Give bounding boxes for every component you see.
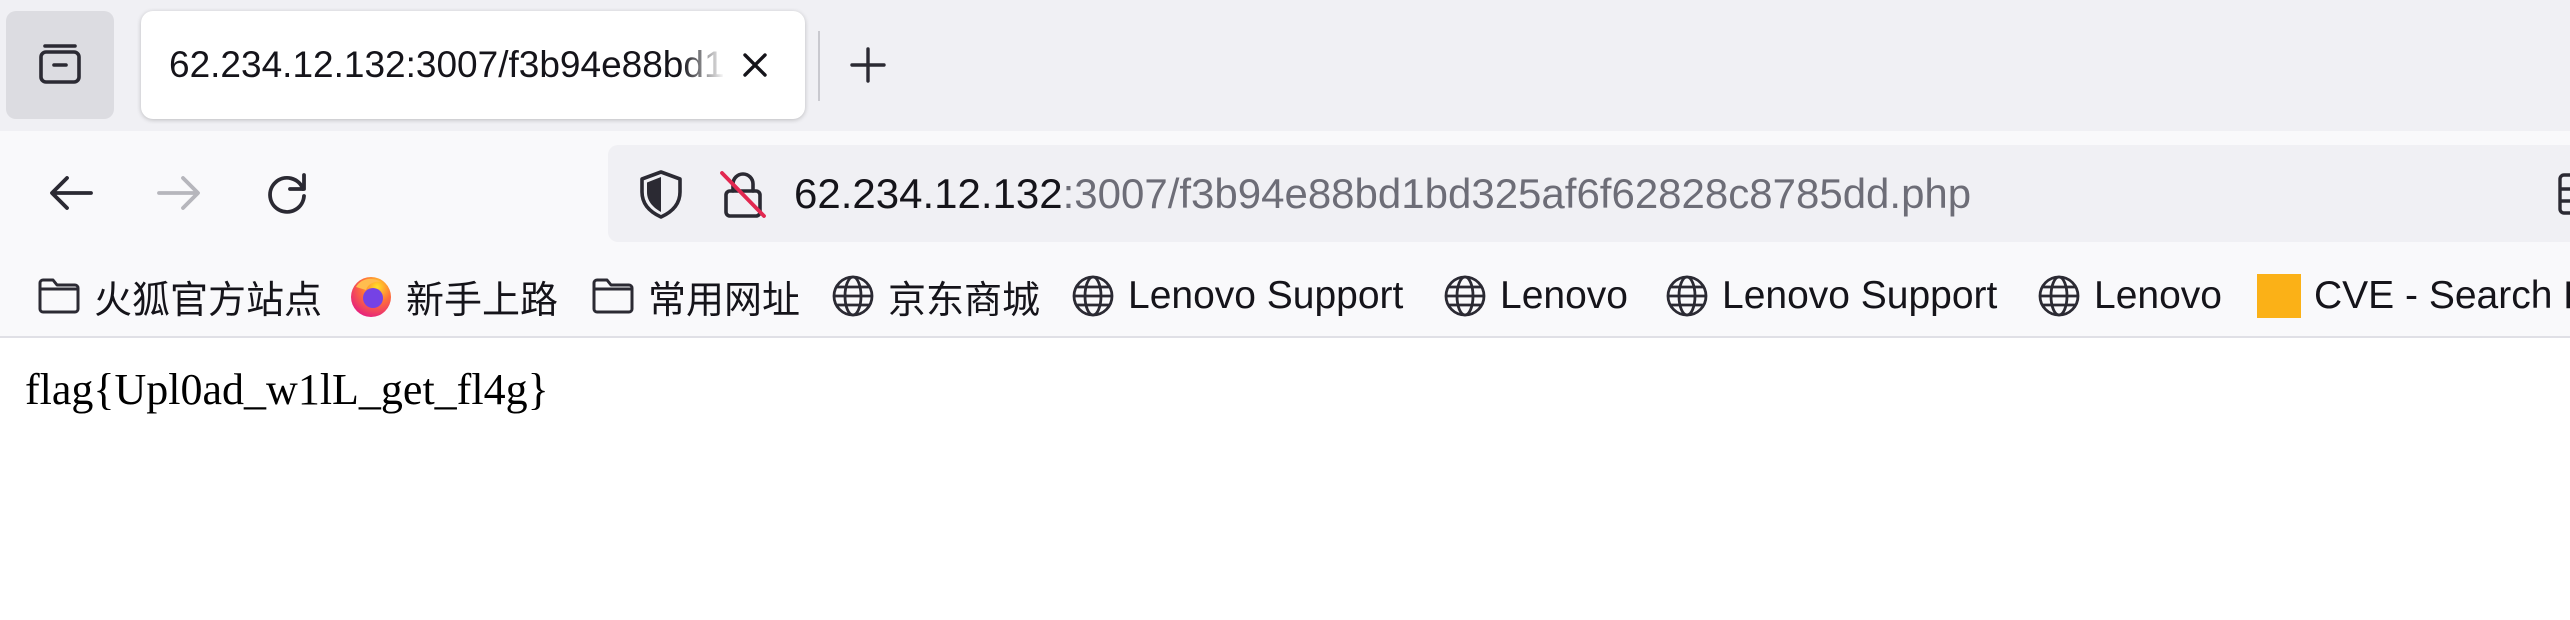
tab-strip: 62.234.12.132:3007/f3b94e88bd1bd325af6f6…: [0, 0, 2570, 131]
bookmark-item[interactable]: Lenovo Support: [1664, 256, 1997, 336]
tab-overview-button[interactable]: [6, 11, 114, 119]
bookmark-label: 常用网址: [648, 277, 801, 322]
reader-view-icon: [2558, 173, 2570, 215]
shield-icon: [640, 170, 682, 219]
bookmark-item[interactable]: Lenovo: [2036, 256, 2222, 336]
folder-icon: [36, 273, 82, 319]
bookmark-label: Lenovo Support: [1722, 274, 1998, 317]
bookmark-item[interactable]: CVE - Search R: [2256, 256, 2570, 336]
cve-favicon-icon: [2256, 273, 2302, 319]
arrow-right-icon: [157, 176, 200, 210]
bookmark-label: 火狐官方站点: [94, 277, 323, 322]
close-icon: [743, 53, 767, 77]
tab-active[interactable]: 62.234.12.132:3007/f3b94e88bd1bd325af6f6…: [141, 11, 805, 119]
bookmark-item[interactable]: 新手上路: [348, 256, 558, 336]
bookmark-item[interactable]: 火狐官方站点: [36, 256, 322, 336]
tab-title: 62.234.12.132:3007/f3b94e88bd1bd325af6f6…: [169, 44, 725, 85]
bookmark-label: Lenovo: [1500, 274, 1628, 317]
bookmark-label: CVE - Search R: [2314, 274, 2570, 317]
bookmark-label: 京东商城: [888, 277, 1041, 322]
globe-icon: [1442, 273, 1488, 319]
bookmark-item[interactable]: Lenovo Support: [1070, 256, 1403, 336]
globe-icon: [830, 273, 876, 319]
folder-icon: [590, 273, 636, 319]
page-content: flag{Upl0ad_w1lL_get_fl4g}: [0, 338, 2570, 620]
globe-icon: [2036, 273, 2082, 319]
insecure-lock-icon: [720, 171, 766, 218]
globe-icon: [1070, 273, 1116, 319]
bookmark-item[interactable]: 京东商城: [830, 256, 1040, 336]
address-bar[interactable]: 62.234.12.132:3007/f3b94e88bd1bd325af6f6…: [608, 145, 2570, 242]
url-host: 62.234.12.132: [794, 170, 1063, 217]
tracking-protection-button[interactable]: [634, 167, 688, 221]
navigation-toolbar: 62.234.12.132:3007/f3b94e88bd1bd325af6f6…: [0, 131, 2570, 256]
forward-button[interactable]: [146, 160, 212, 226]
reload-icon: [268, 173, 306, 214]
firefox-icon: [348, 273, 394, 319]
url-path: :3007/f3b94e88bd1bd325af6f62828c8785dd.p…: [1062, 170, 1972, 217]
url-text[interactable]: 62.234.12.132:3007/f3b94e88bd1bd325af6f6…: [794, 145, 1971, 242]
bookmark-label: Lenovo: [2094, 274, 2222, 317]
bookmark-item[interactable]: Lenovo: [1442, 256, 1628, 336]
tab-tray-icon: [39, 44, 81, 84]
plus-icon: [850, 47, 886, 83]
back-button[interactable]: [38, 160, 104, 226]
tab-close-button[interactable]: [732, 42, 778, 88]
reader-view-button[interactable]: [2556, 171, 2570, 217]
bookmark-label: Lenovo Support: [1128, 274, 1404, 317]
flag-text: flag{Upl0ad_w1lL_get_fl4g}: [25, 365, 549, 414]
site-security-button[interactable]: [716, 167, 770, 221]
reload-button[interactable]: [254, 160, 320, 226]
arrow-left-icon: [50, 176, 93, 210]
bookmark-item[interactable]: 常用网址: [590, 256, 800, 336]
bookmark-label: 新手上路: [406, 277, 559, 322]
tab-separator: [818, 31, 820, 101]
bookmarks-toolbar: 火狐官方站点 新手上路 常用网址 京东商城 Lenovo Support Len…: [0, 256, 2570, 338]
globe-icon: [1664, 273, 1710, 319]
new-tab-button[interactable]: [840, 37, 896, 93]
